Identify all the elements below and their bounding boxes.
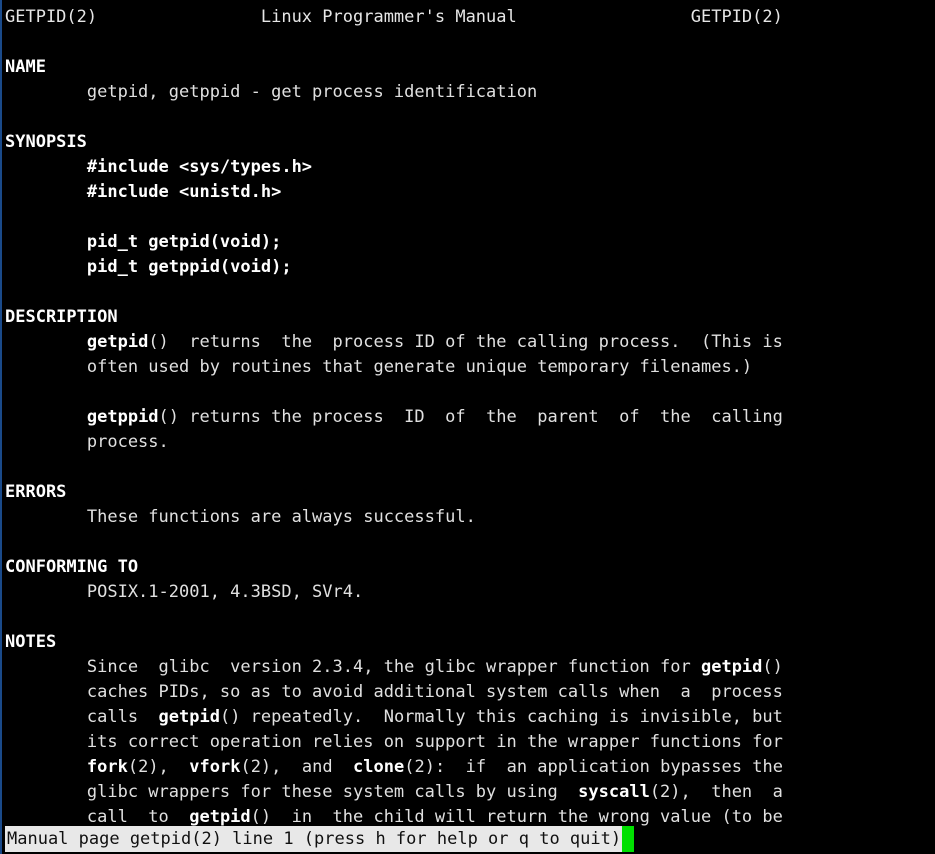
bold-text: clone: [353, 757, 405, 777]
plain-text: calls: [5, 707, 159, 727]
plain-text: () returns the process ID of the parent …: [158, 407, 783, 427]
spacer-row: [0, 280, 935, 305]
spacer-row: [0, 105, 935, 130]
man-page-content: GETPID(2) Linux Programmer's Manual GETP…: [0, 0, 935, 830]
man-text-line: process.: [0, 430, 935, 455]
man-text-line: These functions are always successful.: [0, 505, 935, 530]
bold-text: pid_t getppid(void);: [5, 257, 292, 277]
plain-text: often used by routines that generate uni…: [5, 357, 753, 377]
man-text-line: getppid() returns the process ID of the …: [0, 405, 935, 430]
man-text-line: #include <unistd.h>: [0, 180, 935, 205]
spacer-row: [0, 605, 935, 630]
man-text-line: caches PIDs, so as to avoid additional s…: [0, 680, 935, 705]
man-text-line: getpid, getppid - get process identifica…: [0, 80, 935, 105]
plain-text: (2), then a: [649, 782, 783, 802]
spacer-row: [0, 30, 935, 55]
plain-text: caches PIDs, so as to avoid additional s…: [5, 682, 783, 702]
bold-text: getppid: [86, 407, 159, 427]
plain-text: its correct operation relies on support …: [5, 732, 783, 752]
plain-text: Since glibc version 2.3.4, the glibc wra…: [5, 657, 701, 677]
bold-text: pid_t getpid(void);: [5, 232, 282, 252]
section-heading-text: CONFORMING TO: [5, 557, 139, 577]
man-text-line: Since glibc version 2.3.4, the glibc wra…: [0, 655, 935, 680]
section-heading-text: NOTES: [5, 632, 57, 652]
plain-text: getpid, getppid - get process identifica…: [5, 82, 538, 102]
bold-text: syscall: [578, 782, 650, 802]
plain-text: process.: [5, 432, 169, 452]
plain-text: call to: [5, 807, 190, 827]
plain-text: [5, 757, 87, 777]
bold-text: fork: [86, 757, 128, 777]
section-heading: SYNOPSIS: [0, 130, 935, 155]
status-bar-text: Manual page getpid(2) line 1 (press h fo…: [5, 826, 623, 852]
plain-text: [5, 407, 87, 427]
bold-text: getpid: [86, 332, 149, 352]
spacer-row: [0, 530, 935, 555]
man-page-header: GETPID(2) Linux Programmer's Manual GETP…: [5, 7, 783, 27]
pager-status-bar[interactable]: Manual page getpid(2) line 1 (press h fo…: [5, 826, 635, 852]
man-text-line: getpid() returns the process ID of the c…: [0, 330, 935, 355]
plain-text: (2): if an application bypasses the: [404, 757, 783, 777]
man-text-line: often used by routines that generate uni…: [0, 355, 935, 380]
bold-text: #include <unistd.h>: [5, 182, 282, 202]
text-cursor: [622, 826, 635, 852]
man-text-line: #include <sys/types.h>: [0, 155, 935, 180]
man-text-line: pid_t getpid(void);: [0, 230, 935, 255]
plain-text: (2),: [127, 757, 190, 777]
spacer-row: [0, 455, 935, 480]
man-text-line: calls getpid() repeatedly. Normally this…: [0, 705, 935, 730]
plain-text: () returns the process ID of the calling…: [148, 332, 783, 352]
man-sections: NAME getpid, getppid - get process ident…: [0, 55, 935, 830]
bold-text: getpid: [700, 657, 763, 677]
section-heading: DESCRIPTION: [0, 305, 935, 330]
man-text-line: fork(2), vfork(2), and clone(2): if an a…: [0, 755, 935, 780]
man-text-line: POSIX.1-2001, 4.3BSD, SVr4.: [0, 580, 935, 605]
plain-text: POSIX.1-2001, 4.3BSD, SVr4.: [5, 582, 364, 602]
section-heading-text: NAME: [5, 57, 46, 77]
bold-text: getpid: [158, 707, 220, 727]
plain-text: () in the child will return the wrong va…: [250, 807, 783, 827]
man-text-line: its correct operation relies on support …: [0, 730, 935, 755]
bold-text: vfork: [189, 757, 241, 777]
section-heading-text: SYNOPSIS: [5, 132, 87, 152]
man-text-line: [0, 380, 935, 405]
terminal-window[interactable]: GETPID(2) Linux Programmer's Manual GETP…: [0, 0, 935, 854]
man-text-line: glibc wrappers for these system calls by…: [0, 780, 935, 805]
plain-text: [5, 332, 87, 352]
section-heading: CONFORMING TO: [0, 555, 935, 580]
plain-text: These functions are always successful.: [5, 507, 476, 527]
plain-text: (): [762, 657, 783, 677]
section-heading: ERRORS: [0, 480, 935, 505]
section-heading-text: ERRORS: [5, 482, 67, 502]
plain-text: (2), and: [240, 757, 354, 777]
section-heading: NAME: [0, 55, 935, 80]
man-text-line: [0, 205, 935, 230]
section-heading: NOTES: [0, 630, 935, 655]
bold-text: getpid: [189, 807, 251, 827]
plain-text: () repeatedly. Normally this caching is …: [219, 707, 783, 727]
section-heading-text: DESCRIPTION: [5, 307, 118, 327]
plain-text: glibc wrappers for these system calls by…: [5, 782, 579, 802]
man-text-line: pid_t getppid(void);: [0, 255, 935, 280]
bold-text: #include <sys/types.h>: [5, 157, 313, 177]
